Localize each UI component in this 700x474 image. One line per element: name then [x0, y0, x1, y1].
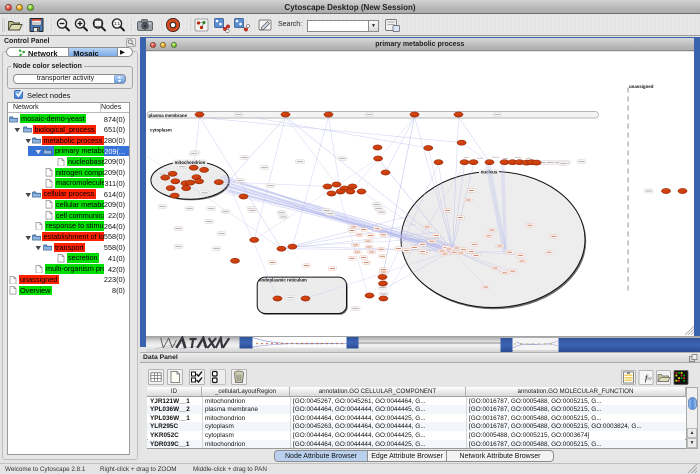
svg-text:(x): (x)	[647, 376, 652, 381]
svg-text:unassigned: unassigned	[629, 84, 654, 89]
svg-text:1:1: 1:1	[114, 21, 121, 26]
svg-text:plasma membrane: plasma membrane	[148, 112, 187, 117]
svg-text:endoplasmic reticulum: endoplasmic reticulum	[259, 277, 307, 282]
svg-text:mitochondrion: mitochondrion	[174, 160, 205, 165]
svg-text:cytoplasm: cytoplasm	[150, 127, 172, 132]
